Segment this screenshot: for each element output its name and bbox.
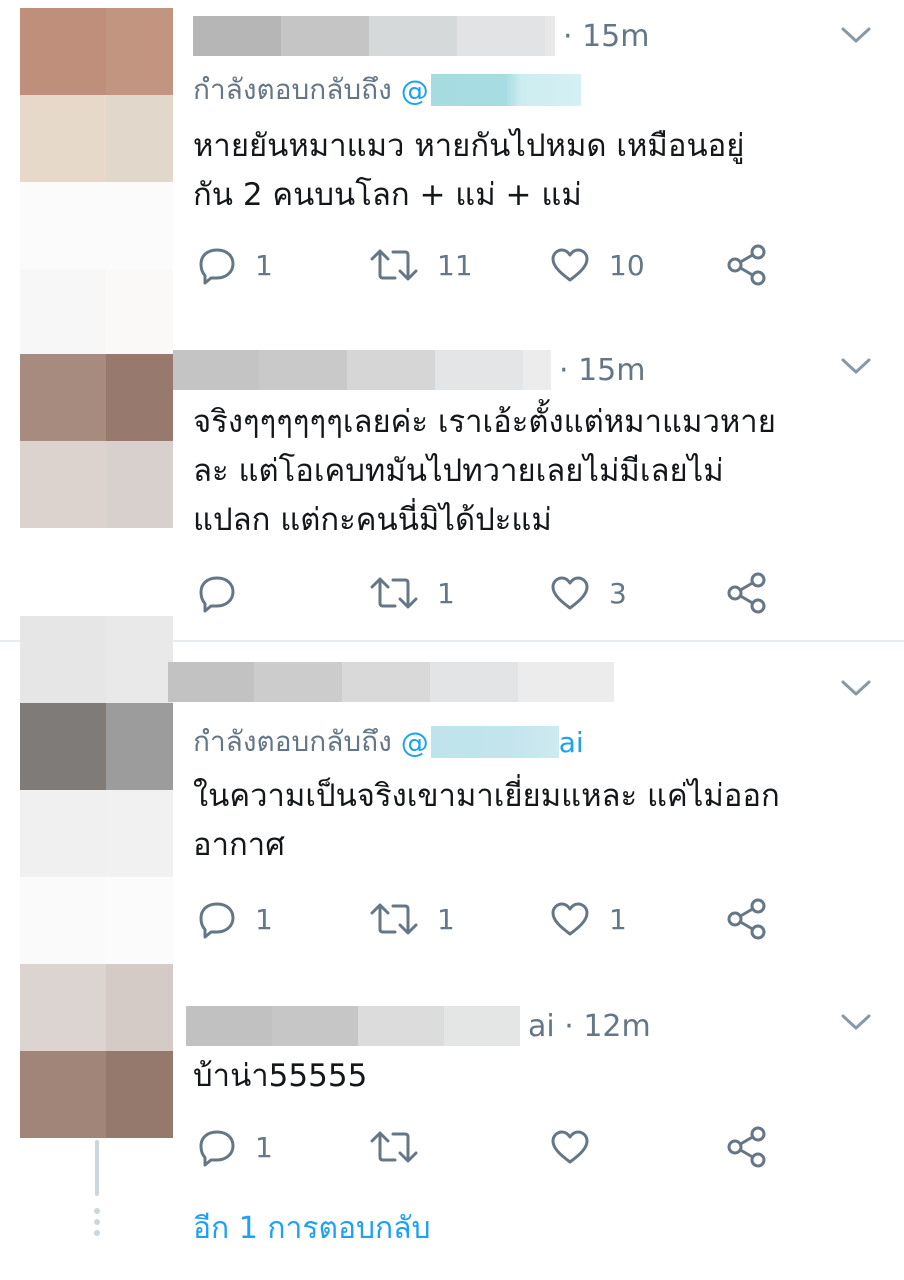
tweet-header — [168, 660, 622, 704]
thread-dot — [94, 1219, 100, 1225]
tweet-text: ในความเป็นจริงเขามาเยี่ยมแหละ แค่ไม่ออก … — [193, 772, 873, 870]
replying-prefix: กำลังตอบกลับถึง — [193, 725, 392, 758]
tweet-header: ai · 12m — [186, 1004, 651, 1048]
reply-count: 1 — [255, 1130, 273, 1164]
replying-handle-tail[interactable]: ai — [559, 726, 584, 759]
reply-icon — [199, 576, 235, 613]
tweet-text-line: ในความเป็นจริงเขามาเยี่ยมแหละ แค่ไม่ออก — [193, 778, 780, 814]
replying-handle-mask — [430, 726, 559, 758]
timestamp: · 15m — [563, 18, 650, 54]
avatar[interactable] — [20, 616, 173, 964]
retweet-icon — [370, 249, 418, 281]
chevron-down-icon[interactable] — [838, 670, 874, 706]
chevron-down-icon[interactable] — [838, 17, 874, 53]
tweet-actions: 1 — [193, 1122, 813, 1172]
tweet-actions: 1 3 — [193, 568, 813, 618]
tweet-text-line: บ้าน่า55555 — [193, 1058, 368, 1094]
retweet-button[interactable]: 11 — [369, 240, 473, 290]
like-button[interactable]: 3 — [549, 568, 627, 618]
heart-icon — [551, 576, 589, 610]
share-icon — [727, 244, 766, 286]
retweet-count: 1 — [437, 576, 455, 610]
tweet-text: จริงๆๆๆๆๆๆเลยค่ะ เราเอ้ะตั้งแต่หมาแมวหาย… — [193, 398, 873, 545]
tweet-text-line: จริงๆๆๆๆๆๆเลยค่ะ เราเอ้ะตั้งแต่หมาแมวหาย — [193, 404, 776, 440]
thread-dot — [94, 1208, 100, 1214]
reply-count: 1 — [255, 902, 273, 936]
share-button[interactable] — [725, 1122, 769, 1172]
timestamp: · 15m — [559, 352, 646, 388]
share-icon — [727, 572, 766, 614]
heart-icon — [551, 902, 589, 936]
show-more-replies-link[interactable]: อีก 1 การตอบกลับ — [193, 1208, 431, 1248]
tweet[interactable]: · 15m จริงๆๆๆๆๆๆเลยค่ะ เราเอ้ะตั้งแต่หมา… — [0, 340, 904, 640]
share-button[interactable] — [725, 894, 769, 944]
tweet-text: บ้าน่า55555 — [193, 1052, 873, 1101]
reply-button[interactable]: 1 — [197, 894, 273, 944]
retweet-icon — [370, 903, 418, 935]
tweet[interactable]: ai · 12m บ้าน่า55555 1 — [0, 960, 904, 1190]
like-count: 3 — [609, 576, 627, 610]
like-button[interactable]: 1 — [549, 894, 627, 944]
reply-icon — [199, 902, 235, 939]
tweet-text-line: กัน 2 คนบนโลก + แม่ + แม่ — [193, 177, 582, 213]
replying-handle[interactable]: @ — [401, 726, 429, 759]
author-name[interactable] — [168, 662, 614, 702]
avatar[interactable] — [20, 964, 173, 1138]
share-button[interactable] — [725, 568, 769, 618]
replying-to: กำลังตอบกลับถึง @ — [193, 70, 581, 110]
like-count: 1 — [609, 902, 627, 936]
tweet-text-line: อากาศ — [193, 827, 285, 863]
retweet-count: 11 — [437, 248, 473, 282]
tweet-text-line: หายยันหมาแมว หายกันไปหมด เหมือนอยู่ — [193, 128, 745, 164]
tweet-header: · 15m — [193, 14, 649, 58]
tweet[interactable]: กำลังตอบกลับถึง @ ai ในความเป็นจริงเขามา… — [0, 616, 904, 964]
replying-prefix: กำลังตอบกลับถึง — [193, 73, 392, 106]
reply-count: 1 — [255, 248, 273, 282]
share-icon — [727, 1126, 766, 1168]
like-count: 10 — [609, 248, 645, 282]
replying-to: กำลังตอบกลับถึง @ ai — [193, 722, 584, 762]
share-icon — [727, 898, 766, 940]
reply-icon — [199, 1130, 235, 1167]
tweet-text: หายยันหมาแมว หายกันไปหมด เหมือนอยู่ กัน … — [193, 122, 873, 220]
share-button[interactable] — [725, 240, 769, 290]
tweet-header: · 15m — [173, 348, 645, 392]
author-name[interactable] — [173, 350, 551, 390]
heart-icon — [551, 1130, 589, 1164]
retweet-count: 1 — [437, 902, 455, 936]
heart-icon — [551, 248, 589, 282]
retweet-button[interactable]: 1 — [369, 894, 455, 944]
tweet-actions: 1 1 1 — [193, 894, 813, 944]
retweet-button[interactable]: 1 — [369, 568, 455, 618]
tweet[interactable]: · 15m กำลังตอบกลับถึง @ หายยันหมาแมว หาย… — [0, 0, 904, 356]
timestamp: ai · 12m — [528, 1008, 651, 1044]
chevron-down-icon[interactable] — [838, 348, 874, 384]
tweet-actions: 1 11 10 — [193, 240, 813, 290]
retweet-icon — [370, 577, 418, 609]
thread-line — [95, 1140, 99, 1196]
avatar[interactable] — [20, 354, 173, 528]
reply-button[interactable]: 1 — [197, 240, 273, 290]
retweet-icon — [370, 1131, 418, 1163]
reply-icon — [199, 248, 235, 285]
reply-button[interactable]: 1 — [197, 1122, 273, 1172]
retweet-button[interactable] — [369, 1122, 437, 1172]
tweet-text-line: แปลก แต่กะคนนี่มิได้ปะแม่ — [193, 502, 552, 538]
reply-button[interactable] — [197, 568, 255, 618]
like-button[interactable]: 10 — [549, 240, 645, 290]
thread-dot — [94, 1230, 100, 1236]
author-name[interactable] — [193, 16, 555, 56]
tweet-text-line: ละ แต่โอเคบทมันไปทวายเลยไม่มีเลยไม่ — [193, 453, 724, 489]
like-button[interactable] — [549, 1122, 609, 1172]
chevron-down-icon[interactable] — [838, 1004, 874, 1040]
replying-handle-mask — [430, 74, 581, 106]
replying-handle[interactable]: @ — [401, 74, 429, 107]
author-name[interactable] — [186, 1006, 520, 1046]
avatar[interactable] — [20, 8, 173, 356]
